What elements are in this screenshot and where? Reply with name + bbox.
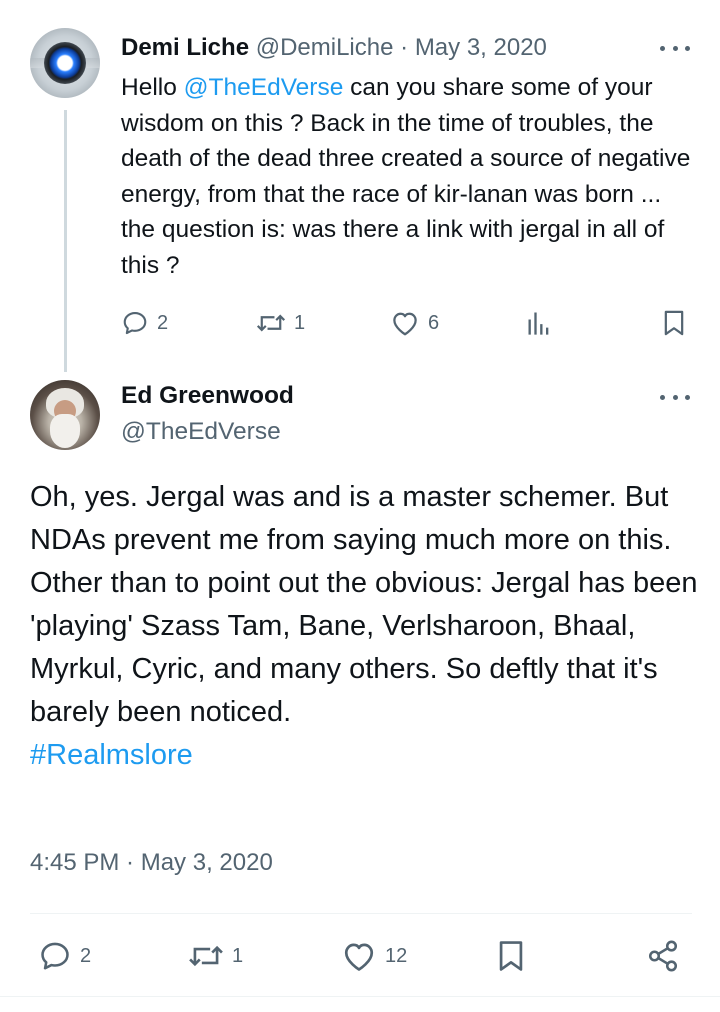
- views-chart-icon: [526, 309, 552, 337]
- retweet-count: 1: [232, 944, 244, 967]
- bookmark-icon: [496, 939, 526, 973]
- avatar[interactable]: [30, 380, 100, 450]
- tweet-text-part: can you share some of your wisdom on thi…: [121, 74, 691, 279]
- avatar-beard: [50, 414, 80, 448]
- share-button[interactable]: [646, 938, 680, 974]
- reply-count: 2: [80, 944, 92, 967]
- share-icon: [646, 939, 680, 973]
- reply-icon: [121, 309, 149, 337]
- divider: [30, 913, 692, 914]
- retweet-icon: [256, 309, 286, 337]
- views-button[interactable]: [526, 307, 552, 339]
- hashtag-link[interactable]: #Realmslore: [30, 734, 700, 777]
- retweet-button[interactable]: 1: [256, 307, 305, 339]
- display-name[interactable]: Ed Greenwood: [121, 380, 294, 412]
- tweet-body: Oh, yes. Jergal was and is a master sche…: [30, 476, 700, 777]
- tweet-text-part: Hello: [121, 74, 184, 101]
- mention-link[interactable]: @TheEdVerse: [184, 74, 344, 101]
- like-count: 6: [428, 311, 440, 334]
- more-options-icon[interactable]: [660, 392, 690, 402]
- user-handle[interactable]: @TheEdVerse: [121, 416, 281, 448]
- like-button[interactable]: 12: [341, 938, 407, 974]
- reply-button[interactable]: 2: [121, 307, 168, 339]
- heart-icon: [390, 309, 420, 337]
- tweet-header: Demi Liche @DemiLiche · May 3, 2020: [121, 33, 547, 63]
- heart-icon: [341, 939, 377, 973]
- tweet-text: Hello @TheEdVerse can you share some of …: [121, 70, 701, 283]
- bookmark-icon: [661, 309, 687, 337]
- tweet-paragraph: Other than to point out the obvious: Jer…: [30, 567, 698, 728]
- bookmark-button[interactable]: [496, 938, 526, 974]
- reply-button[interactable]: 2: [38, 938, 91, 974]
- avatar-eye: [44, 42, 86, 84]
- tweet-date[interactable]: May 3, 2020: [415, 34, 547, 61]
- thread-connector-line: [64, 110, 67, 372]
- separator: ·: [400, 34, 409, 61]
- user-handle[interactable]: @DemiLiche: [256, 34, 394, 61]
- retweet-button[interactable]: 1: [188, 938, 243, 974]
- reply-count: 2: [157, 311, 169, 334]
- tweet-timestamp[interactable]: 4:45 PM · May 3, 2020: [30, 847, 273, 879]
- reply-icon: [38, 939, 72, 973]
- display-name[interactable]: Demi Liche: [121, 34, 249, 61]
- tweet-paragraph: Oh, yes. Jergal was and is a master sche…: [30, 481, 672, 556]
- divider: [0, 996, 720, 997]
- like-button[interactable]: 6: [390, 307, 439, 339]
- avatar[interactable]: [30, 28, 100, 98]
- bookmark-button[interactable]: [661, 307, 687, 339]
- retweet-icon: [188, 939, 224, 973]
- more-options-icon[interactable]: [660, 43, 690, 53]
- retweet-count: 1: [294, 311, 306, 334]
- like-count: 12: [385, 944, 408, 967]
